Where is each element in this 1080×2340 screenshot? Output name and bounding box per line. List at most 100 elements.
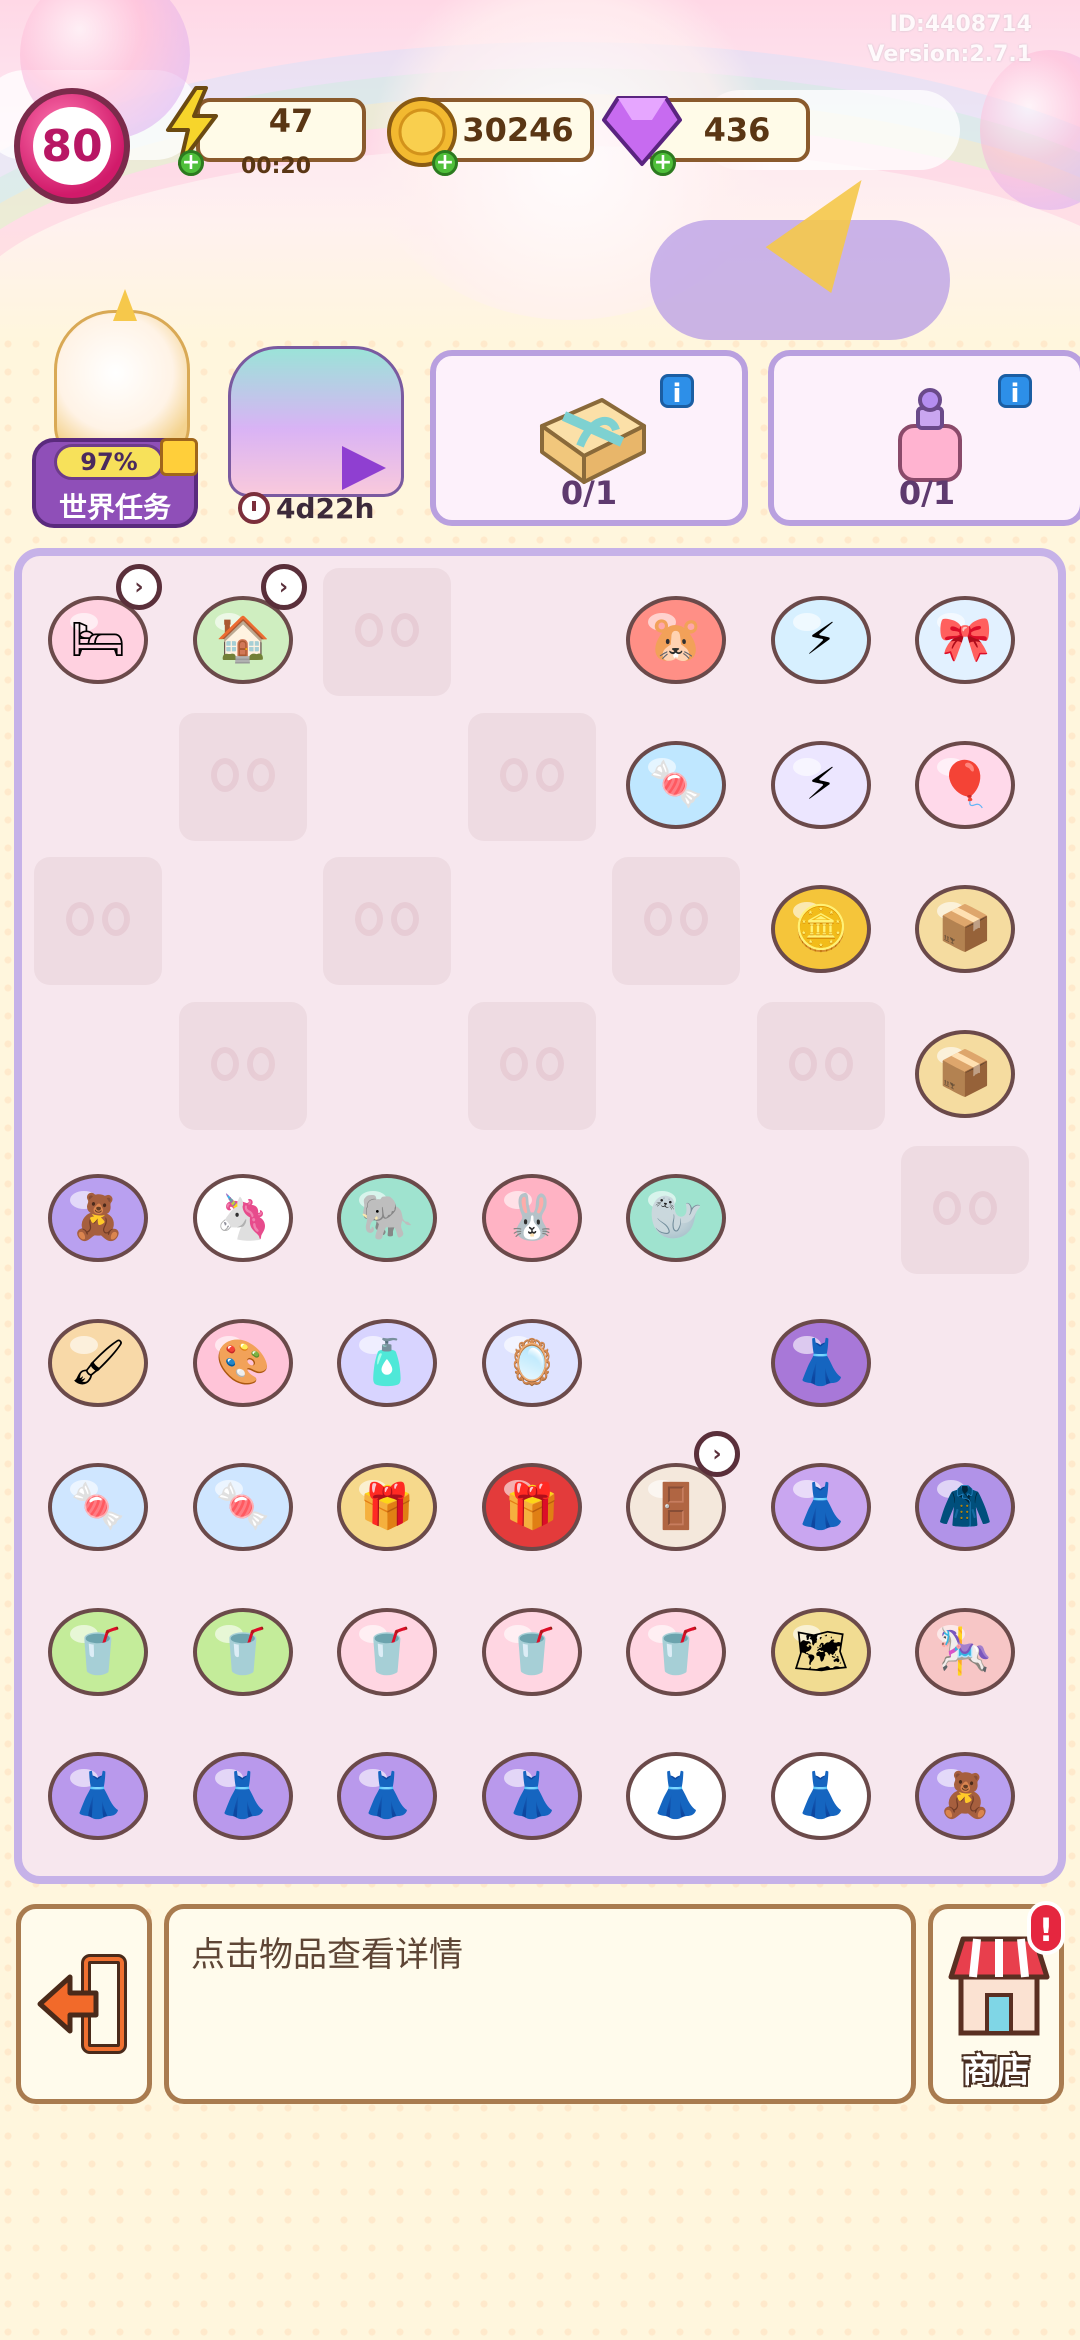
board-cell-skincare-bottles[interactable]: 🧴 — [323, 1291, 451, 1419]
order-panel-1[interactable]: i 0/1 — [430, 350, 748, 526]
gold-coin-icon: 🪙 — [763, 863, 879, 979]
board-cell-purple-bear-plush[interactable]: 🧸 — [34, 1146, 162, 1274]
board-cell-balloon-gift[interactable]: 🎈 — [901, 713, 1029, 841]
board-cell-toy-house[interactable]: 🏠 › — [179, 564, 307, 696]
empty-cell[interactable] — [468, 568, 596, 696]
empty-cell[interactable] — [468, 857, 596, 985]
red-gift-box-icon: 🎁 — [474, 1441, 590, 1557]
board-cell-candy-jar[interactable]: 🍬 — [34, 1435, 162, 1563]
locked-cell[interactable] — [178, 1001, 307, 1130]
board-cell-makeup-brush[interactable]: 🖌 — [34, 1291, 162, 1419]
svg-text:👗: 👗 — [649, 1770, 704, 1821]
locked-cell[interactable] — [323, 568, 451, 696]
locked-cell[interactable] — [323, 857, 451, 985]
empty-cell[interactable] — [179, 857, 307, 985]
board-cell-gold-coin[interactable]: 🪙 — [757, 857, 885, 985]
order-count: 0/1 — [560, 474, 618, 512]
board-cell-purple-dress[interactable]: 👗 — [757, 1435, 885, 1563]
svg-text:🦭: 🦭 — [649, 1192, 704, 1243]
locked-cell[interactable] — [467, 712, 596, 841]
svg-text:👗: 👗 — [793, 1337, 848, 1388]
board-cell-strawberry-drink[interactable]: 🥤 — [612, 1580, 740, 1708]
energy-value: 47 — [268, 102, 314, 140]
board-cell-open-box-small[interactable]: 📦 — [901, 1002, 1029, 1130]
empty-cell[interactable] — [612, 1291, 740, 1419]
board-cell-matcha-drink[interactable]: 🥤 — [34, 1580, 162, 1708]
shop-button[interactable]: 商店 ! — [928, 1901, 1065, 2104]
board-cell-hamster-plush[interactable]: 🐹 — [612, 568, 740, 696]
purple-ball-gown-icon: 👗 — [474, 1730, 590, 1846]
board-cell-canopy-bed[interactable]: 🛏 › — [34, 564, 162, 696]
board-cell-strawberry-drink[interactable]: 🥤 — [468, 1580, 596, 1708]
treasure-map-icon: 🗺 — [763, 1586, 879, 1702]
board-cell-purple-ball-gown[interactable]: 👗 — [34, 1724, 162, 1852]
board-cell-treasure-map[interactable]: 🗺 — [757, 1580, 885, 1708]
elephant-plush-icon: 🐘 — [329, 1152, 445, 1268]
board-cell-seal-plush[interactable]: 🦭 — [612, 1146, 740, 1274]
locked-cell[interactable] — [612, 857, 740, 985]
add-gems-button[interactable]: + — [650, 150, 676, 176]
info-icon[interactable]: i — [998, 374, 1032, 409]
empty-cell[interactable] — [34, 1002, 162, 1130]
board-cell-purple-ball-gown[interactable]: 👗 — [323, 1724, 451, 1852]
board-cell-energy-jar-large[interactable]: ⚡ — [757, 713, 885, 841]
locked-cell[interactable] — [178, 712, 307, 841]
board-cell-bow-gift-jar[interactable]: 🎀 — [901, 568, 1029, 696]
level-badge[interactable]: 80 — [14, 88, 130, 204]
perfume-bottle-icon — [870, 386, 990, 486]
gift-icon — [160, 438, 198, 476]
bow-lock-icon — [210, 754, 275, 800]
board-cell-purple-ball-gown[interactable]: 👗 — [468, 1724, 596, 1852]
board-cell-energy-jar-small[interactable]: ⚡ — [757, 568, 885, 696]
board-cell-swing-ride[interactable]: 🎠 — [901, 1580, 1029, 1708]
locked-cell[interactable] — [756, 1001, 885, 1130]
board-cell-white-dress[interactable]: 👗 — [612, 1724, 740, 1852]
order-panel-2[interactable]: i 0/1 — [768, 350, 1080, 526]
board-cell-eyeshadow-palette[interactable]: 🎨 — [179, 1291, 307, 1419]
board-cell-purple-ball-gown[interactable]: 👗 — [179, 1724, 307, 1852]
board-cell-purple-jacket[interactable]: 🧥 — [901, 1435, 1029, 1563]
empty-cell[interactable] — [323, 1002, 451, 1130]
gift-box-icon — [532, 386, 652, 486]
board-cell-candy-jar[interactable]: 🍬 — [179, 1435, 307, 1563]
board-cell-white-dress[interactable]: 👗 — [757, 1724, 885, 1852]
board-cell-matcha-drink[interactable]: 🥤 — [179, 1580, 307, 1708]
board-cell-open-box-large[interactable]: 📦 — [901, 857, 1029, 985]
board-cell-candy-tray[interactable]: 🍬 — [612, 713, 740, 841]
timer-badge-icon: › — [116, 564, 162, 610]
candy-tray-icon: 🍬 — [618, 719, 734, 835]
empty-cell[interactable] — [901, 1291, 1029, 1419]
board-cell-hand-mirror[interactable]: 🪞 — [468, 1291, 596, 1419]
empty-cell[interactable] — [612, 1002, 740, 1130]
board-cell-gift-box[interactable]: 🎁 — [323, 1435, 451, 1563]
arrow-right-icon — [342, 446, 386, 490]
board-cell-elephant-plush[interactable]: 🐘 — [323, 1146, 451, 1274]
board-cell-strawberry-drink[interactable]: 🥤 — [323, 1580, 451, 1708]
locked-cell[interactable] — [467, 1001, 596, 1130]
bow-lock-icon — [355, 898, 419, 944]
board-cell-unicorn-plush[interactable]: 🦄 — [179, 1146, 307, 1274]
svg-text:🍬: 🍬 — [215, 1481, 270, 1532]
locked-cell[interactable] — [34, 857, 162, 985]
empty-cell[interactable] — [34, 713, 162, 841]
exit-button[interactable] — [16, 1904, 152, 2104]
empty-cell[interactable] — [323, 713, 451, 841]
open-box-small-icon: 📦 — [907, 1008, 1023, 1124]
locked-cell[interactable] — [901, 1146, 1029, 1274]
svg-text:📦: 📦 — [938, 903, 993, 954]
order-count: 0/1 — [898, 474, 956, 512]
empty-cell[interactable] — [757, 1146, 885, 1274]
board-cell-bunny-plush[interactable]: 🐰 — [468, 1146, 596, 1274]
board-cell-purple-skirt[interactable]: 👗 — [757, 1291, 885, 1419]
board-cell-wardrobe[interactable]: 🚪 › — [612, 1431, 740, 1563]
info-icon[interactable]: i — [660, 374, 694, 409]
event-button[interactable]: 4d22h — [222, 346, 408, 526]
world-task-button[interactable]: 97% 世界任务 — [32, 289, 198, 530]
timer-badge-icon: › — [694, 1431, 740, 1477]
board-cell-purple-bear-plush[interactable]: 🧸 — [901, 1724, 1029, 1852]
add-coins-button[interactable]: + — [432, 150, 458, 176]
add-energy-button[interactable]: + — [178, 150, 204, 176]
gem-value: 436 — [703, 111, 771, 149]
svg-text:👗: 👗 — [360, 1770, 415, 1821]
board-cell-red-gift-box[interactable]: 🎁 — [468, 1435, 596, 1563]
